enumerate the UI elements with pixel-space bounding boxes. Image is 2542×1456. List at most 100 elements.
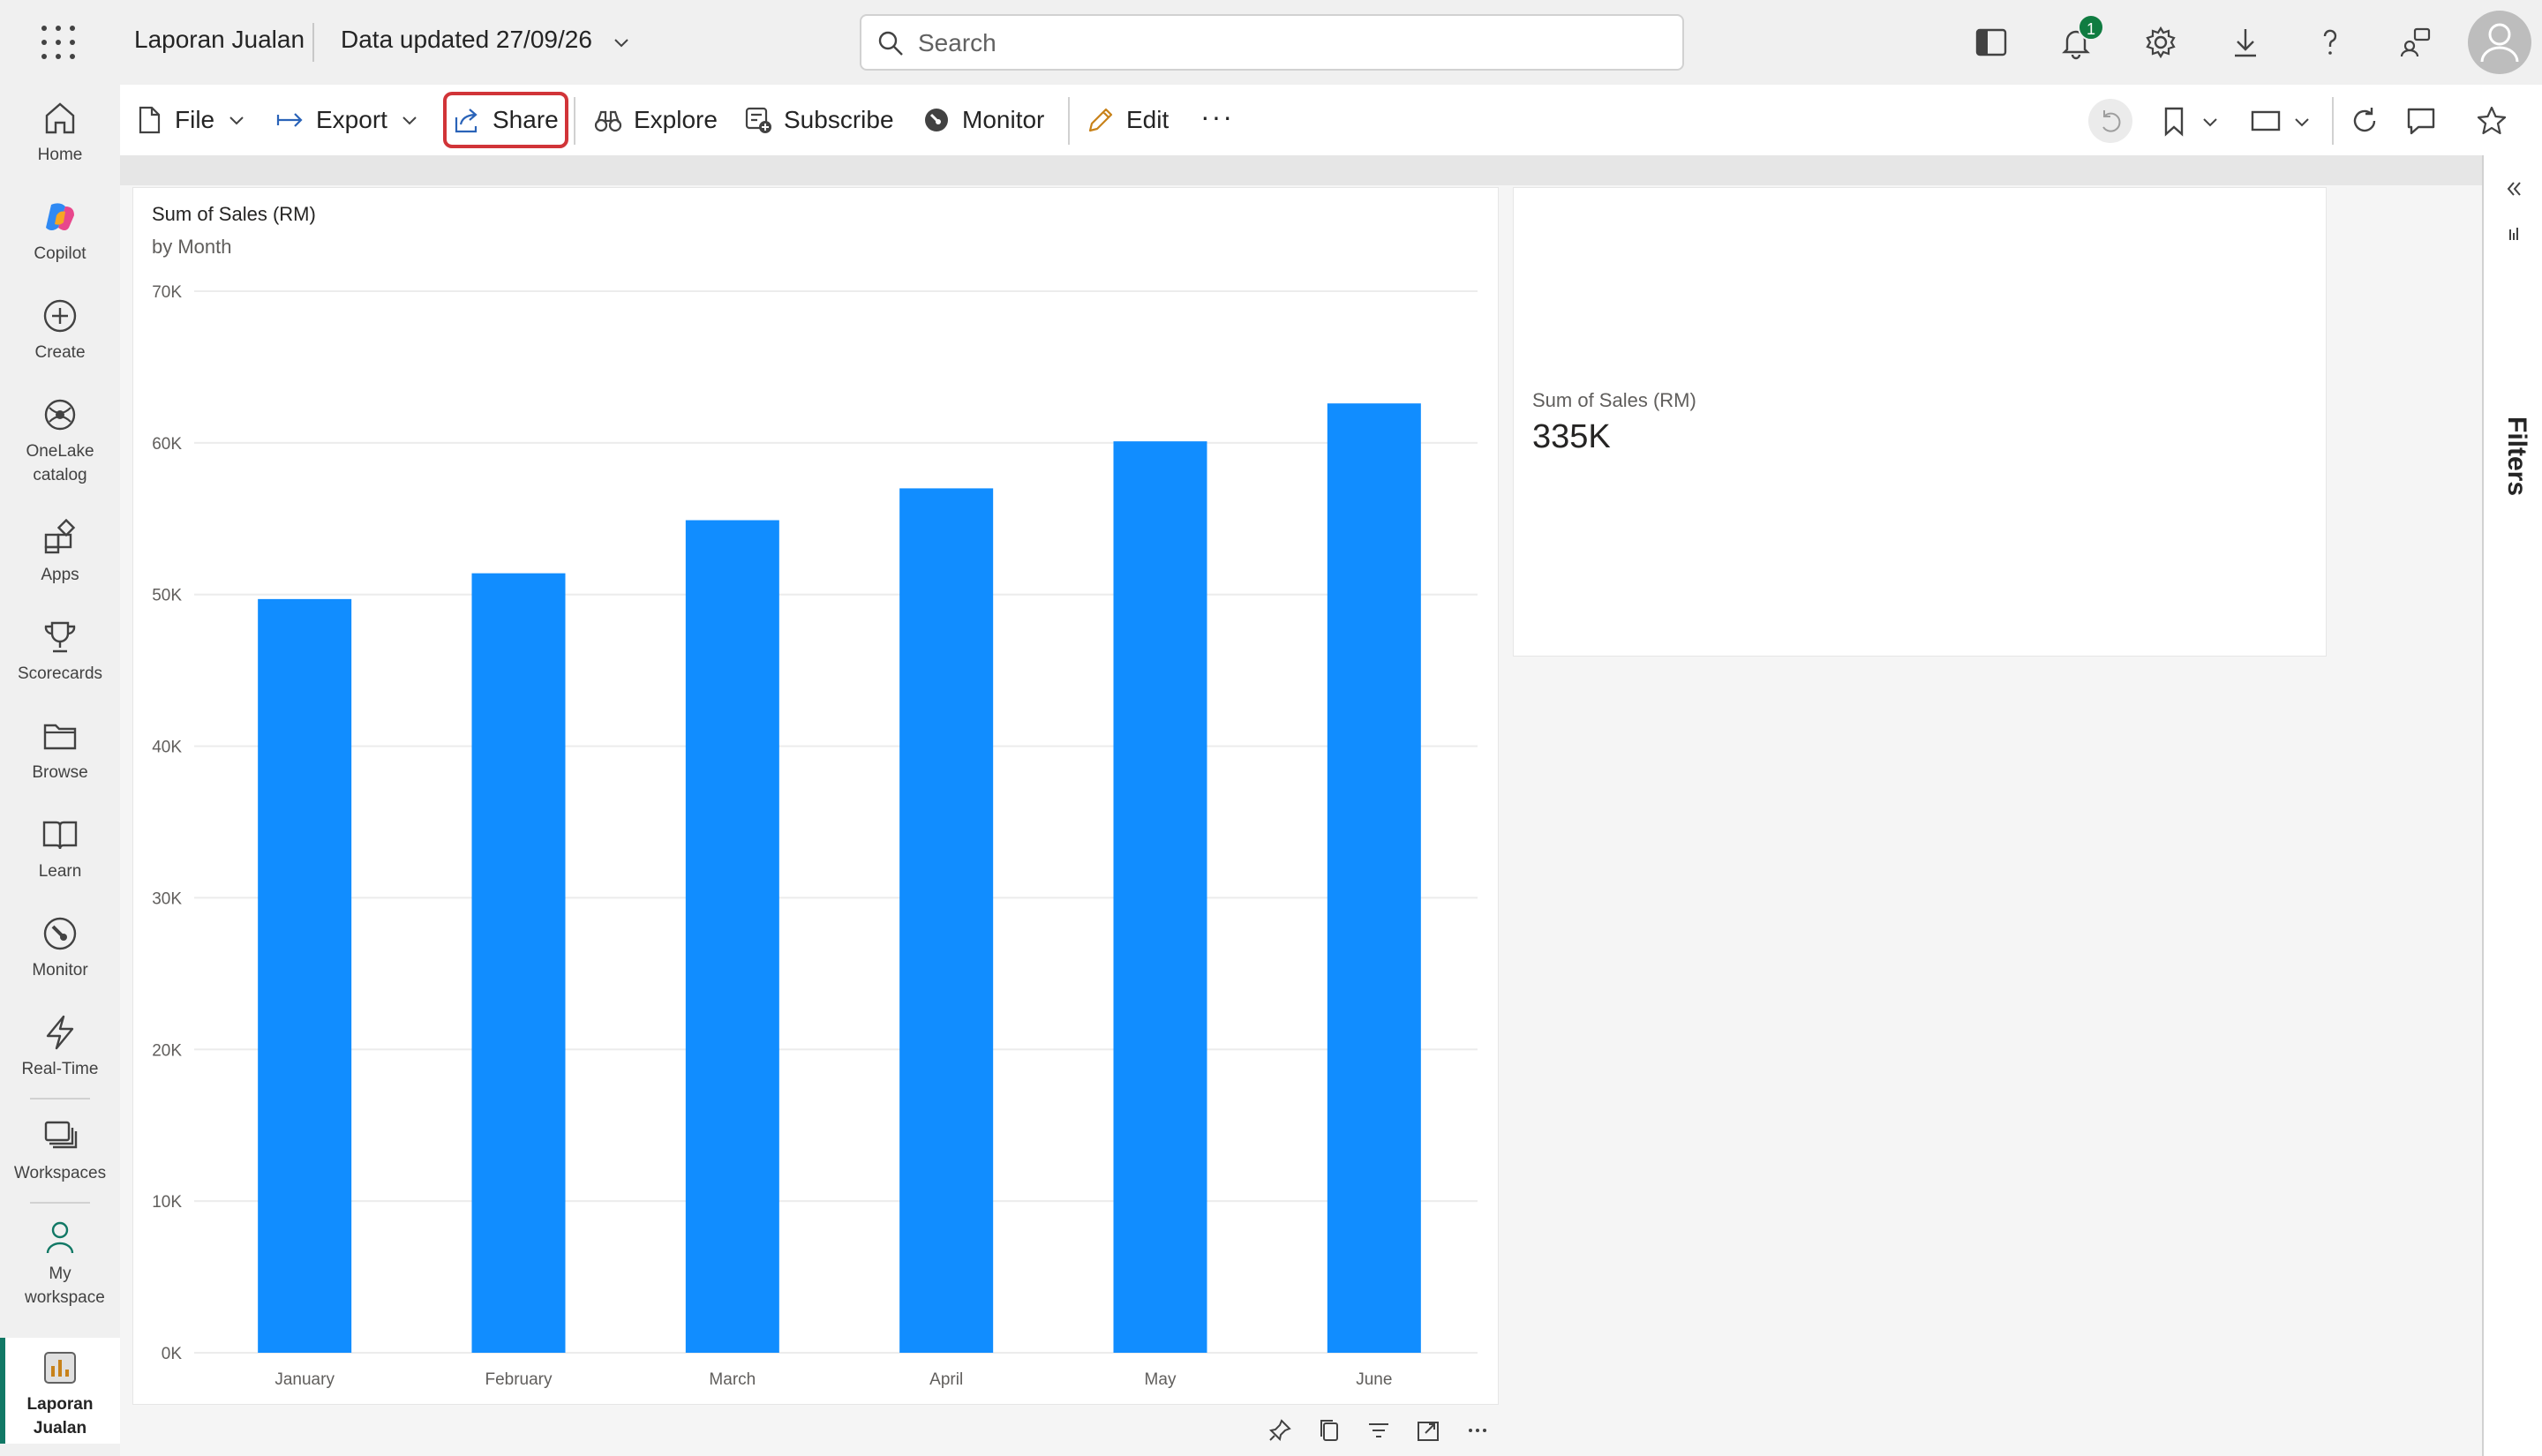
undo-button[interactable] bbox=[2088, 99, 2132, 143]
rail-label: Create bbox=[34, 343, 86, 362]
y-tick-label: 70K bbox=[152, 283, 182, 302]
card-label: Sum of Sales (RM) bbox=[1532, 389, 1696, 411]
card-visual[interactable] bbox=[1513, 187, 2327, 657]
rail-item-copilot[interactable]: Copilot bbox=[0, 198, 120, 266]
app-title[interactable]: Laporan Jualan bbox=[134, 26, 305, 54]
edit-button[interactable]: Edit bbox=[1086, 97, 1169, 143]
rail-item-monitor[interactable]: Monitor bbox=[0, 914, 120, 982]
pin-icon[interactable] bbox=[1267, 1417, 1293, 1444]
rail-label: Home bbox=[37, 146, 83, 164]
rail-item-learn[interactable]: Learn bbox=[0, 815, 120, 883]
rail-item-real-time[interactable]: Real-Time bbox=[0, 1013, 120, 1081]
rail-divider bbox=[30, 1098, 90, 1100]
rail-item-browse[interactable]: Browse bbox=[0, 717, 120, 784]
y-tick-label: 60K bbox=[152, 435, 182, 454]
book-icon bbox=[42, 821, 78, 850]
settings-gear-icon[interactable] bbox=[2143, 25, 2178, 60]
filters-label: Filters bbox=[2502, 417, 2531, 497]
bookmark-icon[interactable] bbox=[2157, 104, 2191, 138]
rail-item-laporan-jualan[interactable]: Laporan Jualan bbox=[0, 1338, 120, 1444]
home-icon bbox=[45, 102, 75, 134]
search-input[interactable] bbox=[918, 26, 1659, 60]
file-icon bbox=[139, 106, 161, 134]
avatar[interactable] bbox=[2468, 11, 2531, 74]
share-button[interactable]: Share bbox=[452, 97, 559, 143]
view-mode-icon[interactable] bbox=[2249, 104, 2283, 138]
sales-by-month-chart: 0K 10K 20K 30K 40K 50K 60K 70K January February Ma… bbox=[152, 283, 1478, 1389]
search-box[interactable] bbox=[860, 14, 1684, 71]
bar-february[interactable] bbox=[471, 573, 566, 1353]
chevron-down-icon[interactable] bbox=[2291, 111, 2313, 132]
x-tick-label: February bbox=[485, 1370, 553, 1389]
filters-pane[interactable]: Filters bbox=[2482, 155, 2542, 1456]
help-icon[interactable] bbox=[2313, 25, 2348, 60]
lightning-icon bbox=[46, 1015, 74, 1050]
bar-june[interactable] bbox=[1327, 403, 1421, 1353]
comment-icon[interactable] bbox=[2404, 104, 2438, 138]
rail-item-my-workspace[interactable]: My workspace bbox=[0, 1218, 120, 1310]
y-tick-label: 40K bbox=[152, 739, 182, 757]
monitor-icon bbox=[43, 917, 77, 950]
visual-header-actions bbox=[1255, 1408, 1502, 1452]
chevron-down-icon[interactable] bbox=[611, 32, 632, 53]
subscribe-button[interactable]: Subscribe bbox=[743, 97, 894, 143]
chevron-double-left-icon[interactable] bbox=[2501, 176, 2526, 201]
edit-label: Edit bbox=[1126, 106, 1169, 133]
bar-march[interactable] bbox=[685, 520, 779, 1353]
subscribe-icon bbox=[745, 107, 771, 133]
favorite-star-icon[interactable] bbox=[2475, 104, 2508, 138]
app-launcher-icon[interactable] bbox=[39, 23, 78, 62]
undo-icon bbox=[2102, 110, 2121, 132]
create-icon bbox=[43, 299, 77, 333]
y-tick-label: 30K bbox=[152, 889, 182, 908]
rail-item-home[interactable]: Home bbox=[0, 99, 120, 167]
rail-active-indicator bbox=[0, 1338, 5, 1444]
bar-january[interactable] bbox=[258, 598, 352, 1353]
bar-april[interactable] bbox=[899, 488, 994, 1353]
y-tick-label: 50K bbox=[152, 587, 182, 605]
more-options-button[interactable]: ··· bbox=[1200, 94, 1234, 139]
bar-may[interactable] bbox=[1113, 441, 1207, 1353]
focus-mode-icon[interactable] bbox=[1415, 1417, 1441, 1444]
rail-item-apps[interactable]: Apps bbox=[0, 519, 120, 587]
rail-item-workspaces[interactable]: Workspaces bbox=[0, 1117, 120, 1185]
explore-button[interactable]: Explore bbox=[593, 97, 718, 143]
x-tick-label: June bbox=[1356, 1370, 1392, 1389]
chevron-down-icon[interactable] bbox=[2200, 111, 2221, 132]
rail-label: Scorecards bbox=[17, 664, 103, 683]
monitor-button[interactable]: Monitor bbox=[921, 97, 1044, 143]
panel-toggle-icon[interactable] bbox=[1974, 25, 2009, 60]
x-tick-label: April bbox=[929, 1370, 963, 1389]
rail-divider bbox=[30, 1202, 90, 1204]
refresh-icon[interactable] bbox=[2348, 104, 2381, 138]
file-menu-button[interactable]: File bbox=[134, 97, 246, 143]
rail-label: Browse bbox=[32, 763, 88, 782]
explore-label: Explore bbox=[634, 106, 718, 133]
share-feedback-icon[interactable] bbox=[2397, 25, 2433, 60]
toolbar-divider bbox=[1068, 97, 1070, 145]
share-icon bbox=[455, 109, 478, 133]
chevron-down-icon bbox=[229, 116, 244, 125]
y-tick-label: 20K bbox=[152, 1041, 182, 1060]
filter-icon[interactable] bbox=[1365, 1417, 1392, 1444]
monitor-label: Monitor bbox=[962, 106, 1045, 133]
onelake-icon bbox=[44, 399, 76, 431]
notification-badge: 1 bbox=[2078, 14, 2104, 41]
rail-label: OneLake catalog bbox=[26, 442, 94, 484]
export-menu-button[interactable]: Export bbox=[275, 97, 419, 143]
download-icon[interactable] bbox=[2228, 25, 2263, 60]
chart-subtitle: by Month bbox=[152, 236, 232, 258]
person-icon bbox=[46, 1221, 74, 1254]
rail-item-create[interactable]: Create bbox=[0, 296, 120, 364]
data-updated-label[interactable]: Data updated 27/09/26 bbox=[341, 26, 592, 54]
trophy-icon bbox=[44, 621, 76, 653]
copy-visual-icon[interactable] bbox=[1316, 1417, 1342, 1444]
rail-item-onelake-catalog[interactable]: OneLake catalog bbox=[0, 395, 120, 487]
pencil-icon bbox=[1088, 108, 1113, 132]
rail-label: Copilot bbox=[34, 244, 86, 263]
rail-item-scorecards[interactable]: Scorecards bbox=[0, 618, 120, 686]
share-label: Share bbox=[493, 106, 559, 133]
workspaces-icon bbox=[44, 1121, 78, 1149]
filter-funnel-icon bbox=[2509, 228, 2518, 240]
more-options-icon[interactable] bbox=[1464, 1417, 1491, 1444]
